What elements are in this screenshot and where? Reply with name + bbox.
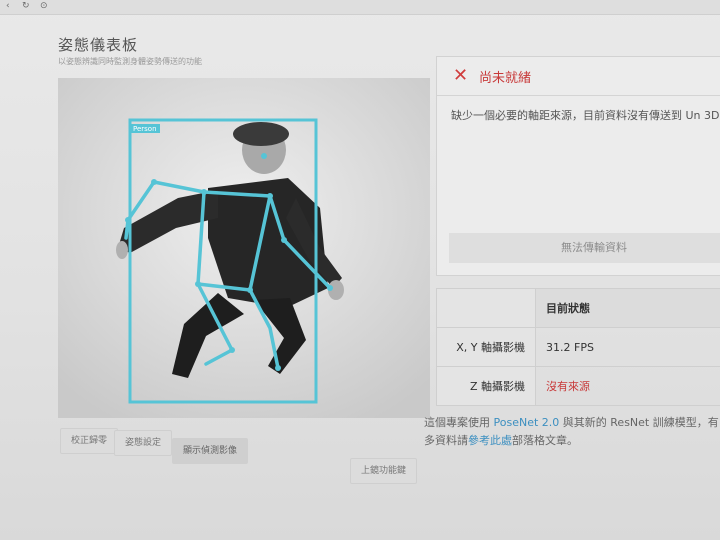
status-title: 尚未就緒 (479, 71, 532, 86)
back-icon[interactable]: ‹ (6, 1, 10, 11)
page-subtitle: 以姿態辨識同時監測身體姿勢傳送的功能 (58, 57, 202, 66)
footer-text: 這個專案使用 (424, 416, 494, 429)
table-column-header: 目前狀態 (535, 288, 720, 328)
browser-toolbar: ‹ ↻ ⊙ (0, 0, 720, 15)
status-card: ✕ 尚未就緒 缺少一個必要的軸距來源，目前資料沒有傳送到 Un 3D。 無法傳輸… (436, 56, 720, 276)
pose-settings-button[interactable]: 姿態設定 (114, 430, 173, 456)
status-message: 缺少一個必要的軸距來源，目前資料沒有傳送到 Un 3D。 (451, 109, 720, 122)
footer-text: 部落格文章。 (512, 434, 578, 447)
camera-feed: Person (58, 78, 430, 418)
footer-text: 多資料請 (424, 434, 468, 447)
table-row: Z 軸攝影機 沒有來源 (436, 366, 720, 406)
table-header-row: 目前狀態 (436, 288, 720, 328)
pose-overlay: Person (58, 78, 430, 418)
table-row-label: X, Y 軸攝影機 (436, 327, 536, 367)
status-header: ✕ 尚未就緒 (437, 57, 720, 96)
show-detection-button[interactable]: 顯示偵測影像 (172, 438, 249, 464)
table-row: X, Y 軸攝影機 31.2 FPS (436, 327, 720, 367)
reload-icon[interactable]: ↻ (22, 1, 30, 11)
table-cell-value: 沒有來源 (535, 366, 720, 406)
page-title: 姿態儀表板 (58, 36, 139, 54)
reference-link[interactable]: 參考此處 (468, 434, 512, 447)
send-data-button[interactable]: 無法傳輸資料 (449, 233, 720, 263)
table-corner-cell (436, 288, 536, 328)
posenet-link[interactable]: PoseNet 2.0 (494, 416, 560, 429)
detection-label: Person (133, 125, 157, 133)
table-cell-value: 31.2 FPS (535, 327, 720, 367)
table-row-label: Z 軸攝影機 (436, 366, 536, 406)
browser-screen: ‹ ↻ ⊙ 姿態儀表板 以姿態辨識同時監測身體姿勢傳送的功能 Person 校正… (0, 0, 720, 540)
feature-key-button[interactable]: 上鏡功能鍵 (350, 458, 418, 484)
error-x-icon: ✕ (453, 65, 469, 86)
calibrate-button[interactable]: 校正歸零 (60, 428, 119, 454)
camera-status-table: 目前狀態 X, Y 軸攝影機 31.2 FPS Z 軸攝影機 沒有來源 (436, 288, 720, 406)
footer-note: 這個專案使用 PoseNet 2.0 與其新的 ResNet 訓練模型，有 多資… (424, 414, 720, 450)
lock-icon: ⊙ (40, 1, 48, 11)
footer-text: 與其新的 ResNet 訓練模型，有 (559, 416, 719, 429)
